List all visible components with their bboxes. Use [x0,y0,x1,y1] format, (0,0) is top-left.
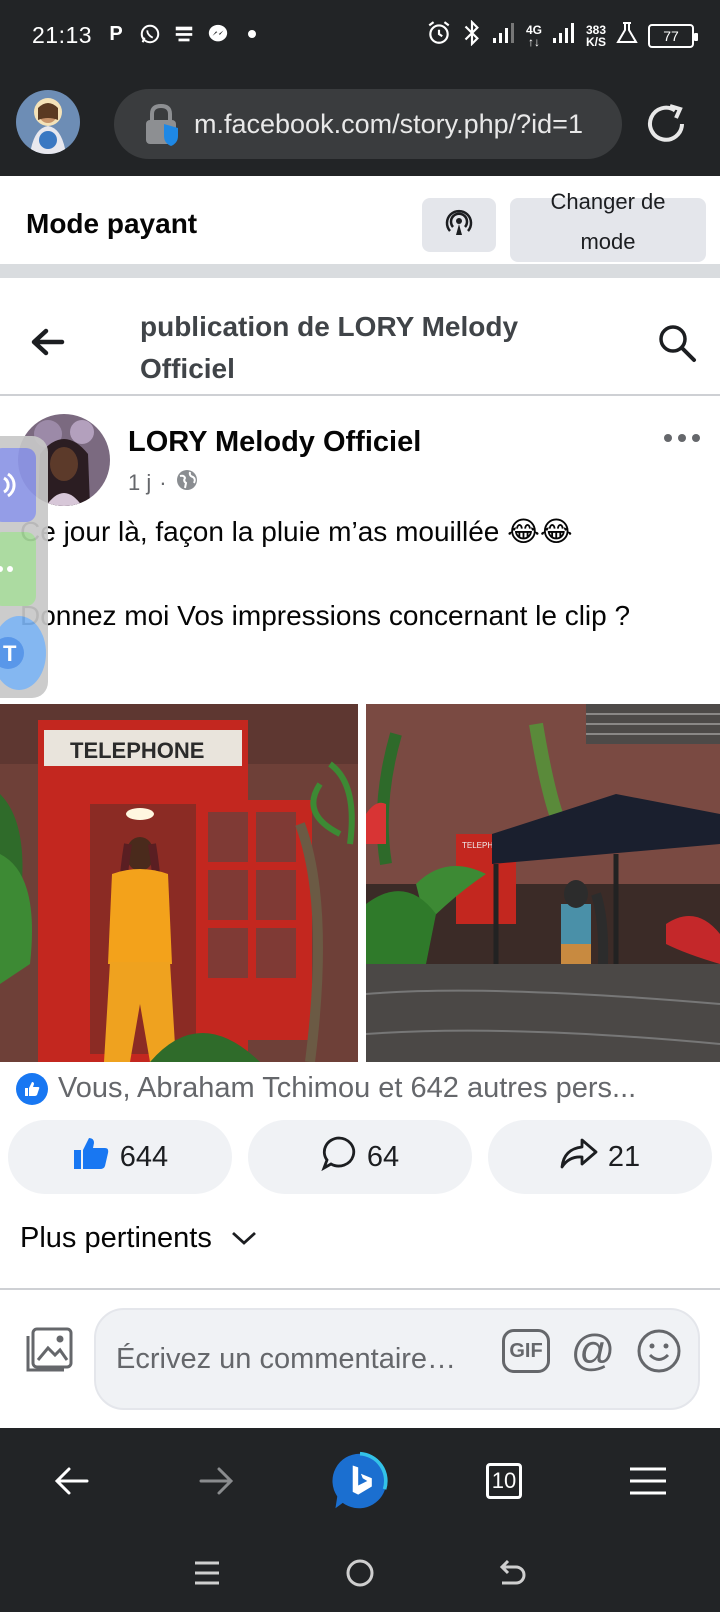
image-picker-icon[interactable] [24,1326,74,1374]
whatsapp-icon [138,22,162,46]
notification-icons: P [104,22,264,46]
page-header: publication de LORY Melody Officiel [0,292,720,396]
search-icon[interactable] [656,322,698,364]
recents-icon[interactable] [187,1553,227,1593]
like-thumb-icon [72,1136,110,1178]
post-text-line-2: Donnez moi Vos impressions concernant le… [20,600,631,631]
gif-icon[interactable]: GIF [502,1329,550,1373]
battery-indicator: 77 [648,23,698,48]
broadcast-button[interactable] [422,198,496,252]
browser-profile-avatar[interactable] [16,90,80,154]
browser-toolbar: 10 [0,1428,720,1534]
post-text: Ce jour là, façon la pluie m’as mouillée… [20,512,710,680]
post-text-line-1: Ce jour là, façon la pluie m’as mouillée… [20,516,573,547]
comment-placeholder[interactable]: Écrivez un commentaire… [116,1343,476,1376]
sort-label: Plus pertinents [20,1222,212,1254]
page-title: publication de LORY Melody Officiel [140,311,519,384]
clock: 21:13 [32,22,93,48]
post-time[interactable]: 1 j [128,470,151,496]
menu-icon[interactable] [618,1451,678,1511]
dock-more-icon[interactable] [0,532,36,606]
like-reaction-icon [16,1072,48,1105]
comment-bubble-icon [321,1135,357,1179]
reload-icon[interactable] [642,100,690,148]
globe-icon [175,468,199,498]
emoji-icon[interactable] [636,1328,682,1374]
comment-count: 64 [366,1140,400,1173]
dock-cast-icon[interactable] [0,448,36,522]
signal-icon-2 [552,22,576,49]
post-meta: 1 j · [128,468,199,498]
like-button[interactable]: 644 [8,1120,232,1194]
back-icon[interactable] [42,1451,102,1511]
comment-composer: Écrivez un commentaire… GIF @ [0,1288,720,1428]
comment-sort-dropdown[interactable]: Plus pertinents [20,1222,258,1255]
paid-mode-banner: Mode payant Changer de mode [0,176,720,278]
change-mode-button[interactable]: Changer de mode [510,189,706,262]
meta-separator: · [159,470,167,495]
parking-icon: P [109,22,123,45]
svg-text:T: T [3,641,17,666]
lab-icon [616,21,638,50]
bing-chat-icon[interactable] [330,1451,390,1511]
home-icon[interactable] [340,1553,380,1593]
system-back-icon[interactable] [493,1553,533,1593]
network-speed: 383 K/S [585,22,606,49]
bluetooth-icon [462,19,482,51]
reactions-summary[interactable]: Vous, Abraham Tchimou et 642 autres pers… [16,1072,636,1105]
url-text[interactable]: m.facebook.com/story.php/?id=1 [194,109,583,140]
network-type: 4G ↑↓ [525,22,542,49]
system-navigation-bar [0,1534,720,1612]
forward-icon[interactable] [186,1451,246,1511]
composer-icons: GIF @ [502,1328,682,1374]
back-arrow-icon[interactable] [28,322,68,362]
paid-mode-title: Mode payant [26,208,198,239]
signal-icon [492,22,516,49]
system-icons: 4G ↑↓ 383 K/S 77 [426,19,698,51]
post-photo-2[interactable]: TELEPHONE [366,704,720,1062]
dot-icon [240,22,264,46]
broadcast-icon [445,209,473,242]
messenger-icon [206,22,230,46]
change-mode-label-2: mode [580,229,636,254]
post-actions: 644 64 21 [8,1120,712,1194]
comment-button[interactable]: 64 [248,1120,472,1194]
author-name[interactable]: LORY Melody Officiel [128,426,421,459]
post-photos: TELEPHONE TELEPHONE [0,704,720,1062]
status-bar: 21:13 P 4G ↑↓ 383 K/S 77 [0,0,720,72]
news-icon [172,22,196,46]
dock-translate-icon[interactable]: T [0,616,46,690]
floating-side-dock[interactable]: T [0,436,48,698]
post-photo-1[interactable]: TELEPHONE [0,704,358,1062]
address-bar[interactable]: m.facebook.com/story.php/?id=1 [114,89,622,159]
chevron-down-icon [230,1222,258,1255]
alarm-icon [426,20,452,51]
share-count: 21 [607,1140,641,1173]
share-arrow-icon [560,1137,598,1177]
reactions-text: Vous, Abraham Tchimou et 642 autres pers… [58,1072,637,1104]
mention-icon[interactable]: @ [570,1328,616,1374]
booth-sign-text: TELEPHONE [70,738,204,763]
tab-count: 10 [486,1463,522,1499]
share-button[interactable]: 21 [488,1120,712,1194]
more-options-icon[interactable] [664,426,704,450]
change-mode-label-1: Changer de [550,189,666,214]
comment-input[interactable]: Écrivez un commentaire… GIF @ [94,1308,700,1410]
browser-url-bar: m.facebook.com/story.php/?id=1 [0,72,720,176]
tabs-button[interactable]: 10 [474,1451,534,1511]
like-count: 644 [119,1140,169,1173]
secure-lock-icon[interactable] [142,102,182,146]
